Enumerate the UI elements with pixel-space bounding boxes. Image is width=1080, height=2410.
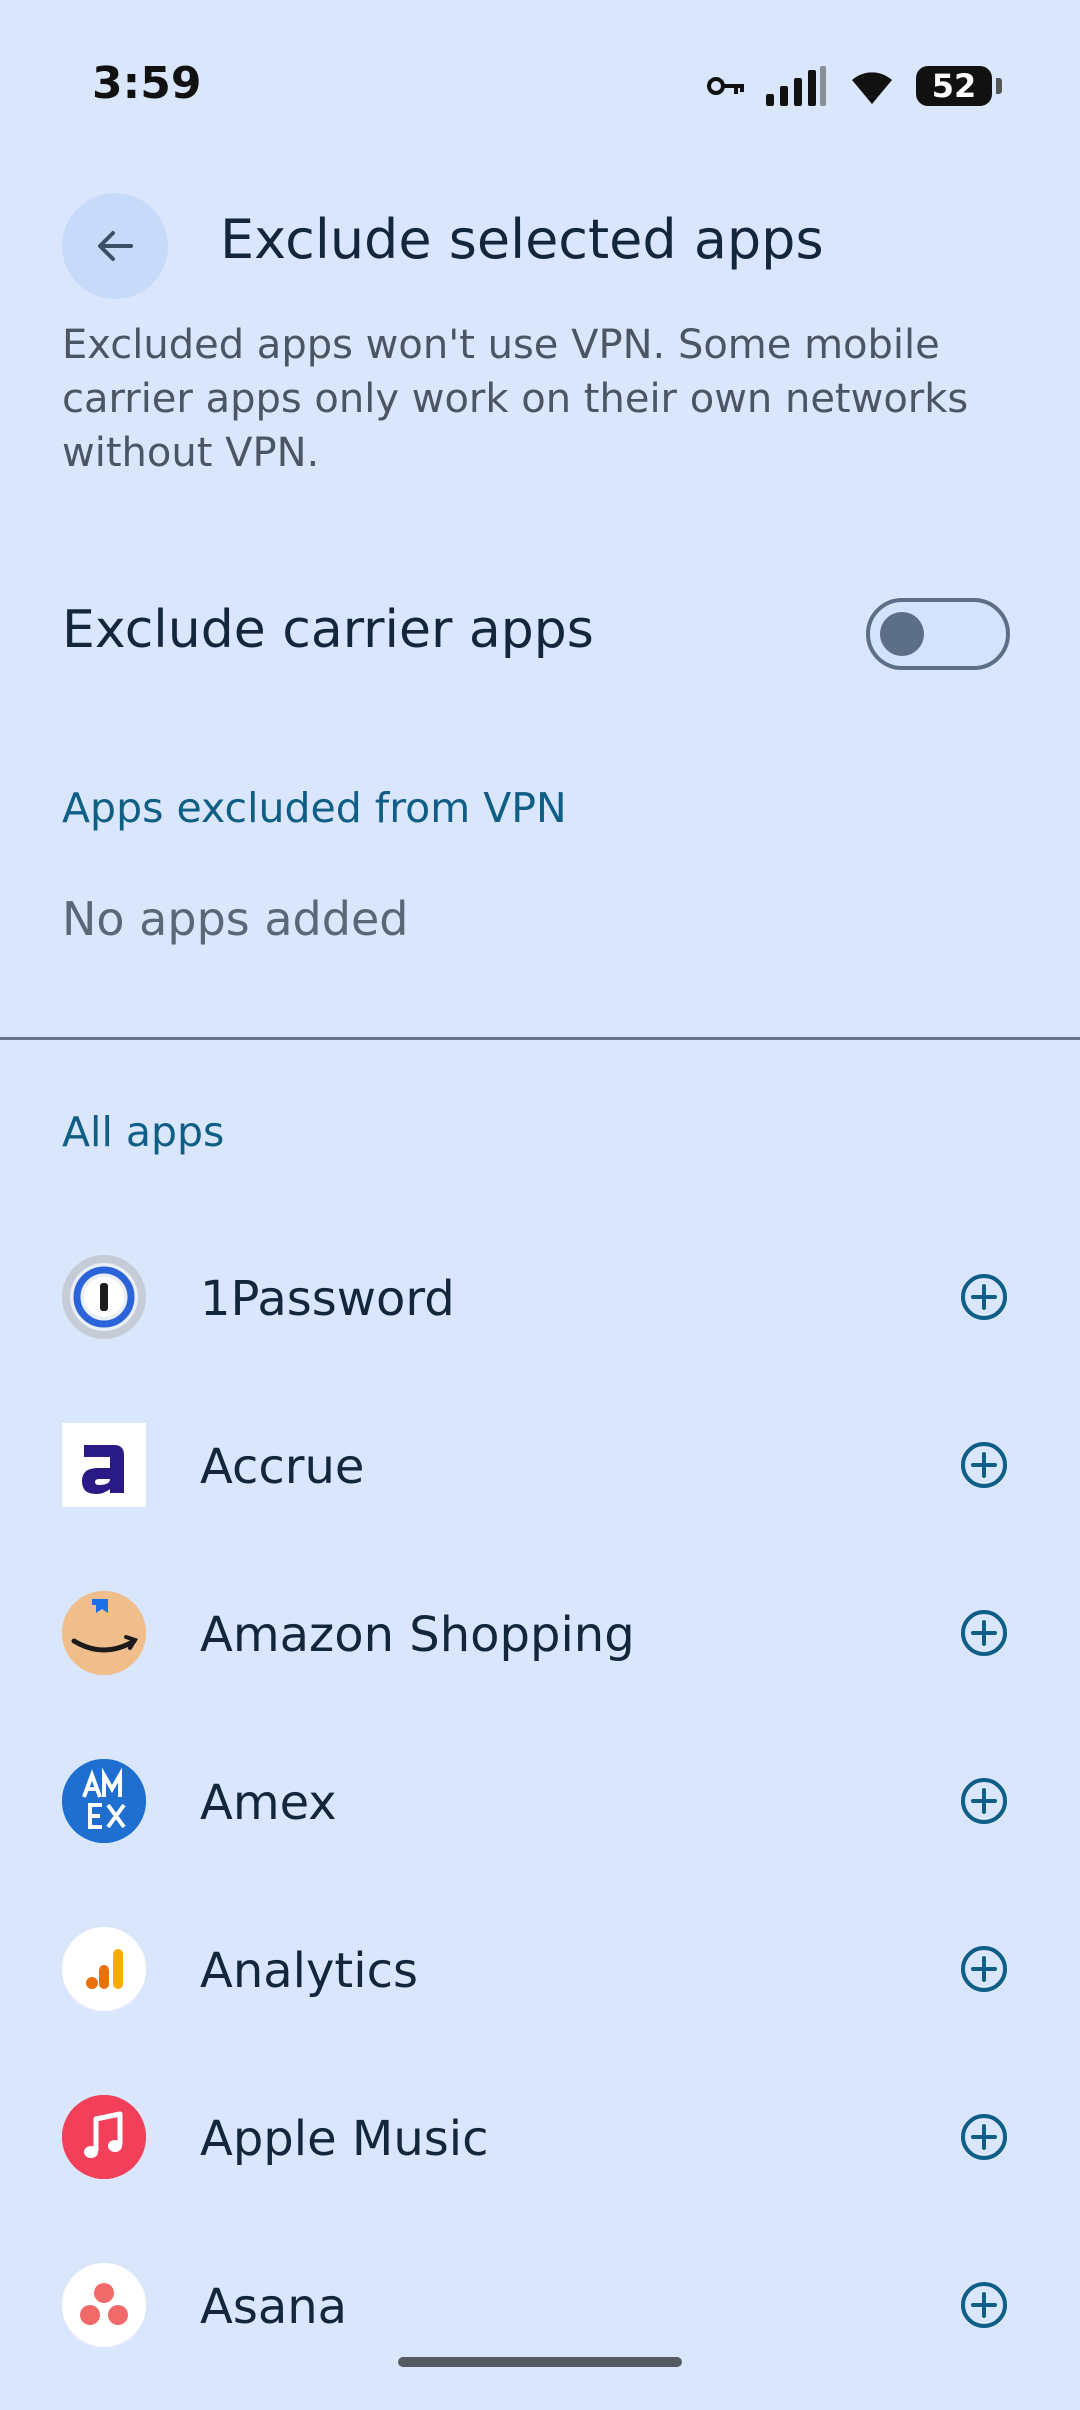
exclude-carrier-apps-label: Exclude carrier apps: [62, 600, 594, 660]
divider: [0, 1037, 1080, 1040]
add-circle-icon[interactable]: [958, 1607, 1010, 1659]
page-title: Exclude selected apps: [220, 208, 824, 271]
app-name: 1Password: [200, 1271, 455, 1327]
add-circle-icon[interactable]: [958, 1943, 1010, 1995]
add-circle-icon[interactable]: [958, 2279, 1010, 2331]
add-circle-icon[interactable]: [958, 2111, 1010, 2163]
status-icons: 52: [706, 62, 1002, 110]
back-button[interactable]: [62, 193, 168, 299]
accrue-icon: [62, 1423, 146, 1507]
wifi-icon: [852, 72, 892, 104]
add-circle-icon[interactable]: [958, 1271, 1010, 1323]
empty-state-text: No apps added: [62, 892, 409, 946]
add-circle-icon[interactable]: [958, 1439, 1010, 1491]
status-bar: 3:59 52: [0, 0, 1080, 170]
excluded-apps-heading: Apps excluded from VPN: [62, 784, 567, 832]
analytics-icon: [62, 1927, 146, 2011]
app-row-accrue[interactable]: Accrue: [0, 1381, 1080, 1549]
app-row-amazon-shopping[interactable]: Amazon Shopping: [0, 1549, 1080, 1717]
app-name: Apple Music: [200, 2111, 489, 2167]
vpn-key-icon: [707, 77, 744, 95]
toggle-knob: [880, 612, 924, 656]
app-row-amex[interactable]: Amex: [0, 1717, 1080, 1885]
app-name: Amex: [200, 1775, 337, 1831]
app-name: Accrue: [200, 1439, 365, 1495]
add-circle-icon[interactable]: [958, 1775, 1010, 1827]
1password-icon: [62, 1255, 146, 1339]
all-apps-heading: All apps: [62, 1108, 225, 1156]
app-row-analytics[interactable]: Analytics: [0, 1885, 1080, 2053]
cellular-signal-icon: [766, 66, 826, 106]
battery-icon: 52: [916, 66, 1002, 106]
amazon-shopping-icon: [62, 1591, 146, 1675]
app-name: Analytics: [200, 1943, 418, 1999]
amex-icon: [62, 1759, 146, 1843]
description-text: Excluded apps won't use VPN. Some mobile…: [62, 322, 969, 476]
app-row-1password[interactable]: 1Password: [0, 1213, 1080, 1381]
asana-icon: [62, 2263, 146, 2347]
status-time: 3:59: [92, 58, 202, 109]
apple-music-icon: [62, 2095, 146, 2179]
app-name: Asana: [200, 2279, 348, 2335]
app-name: Amazon Shopping: [200, 1607, 635, 1663]
home-indicator[interactable]: [398, 2357, 682, 2367]
app-row-apple-music[interactable]: Apple Music: [0, 2053, 1080, 2221]
arrow-left-icon: [98, 231, 133, 261]
exclude-carrier-apps-toggle[interactable]: [866, 598, 1010, 670]
